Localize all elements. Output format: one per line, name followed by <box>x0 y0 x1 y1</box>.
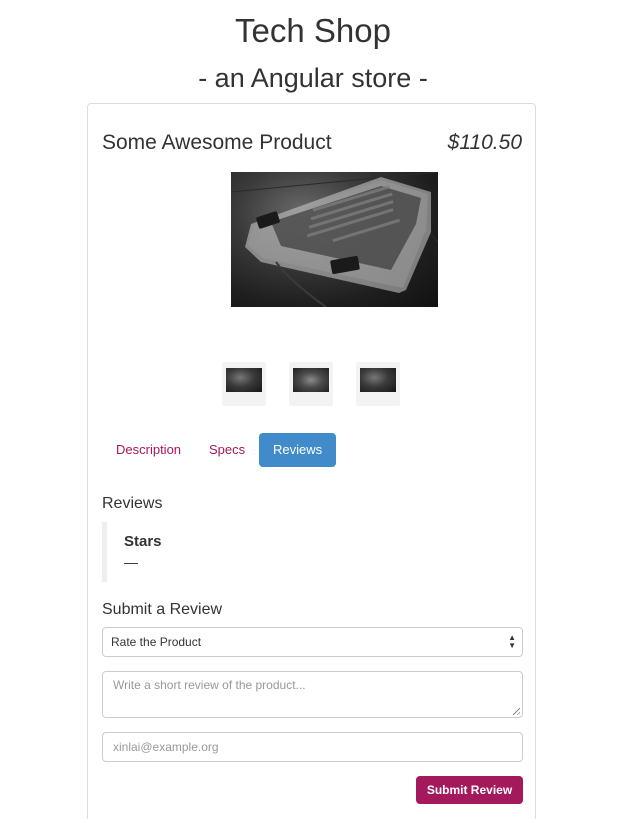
product-price: $110.50 <box>447 131 522 154</box>
review-textarea-placeholder: Write a short review of the product... <box>113 678 306 692</box>
thumbnail-1[interactable] <box>222 362 266 406</box>
thumbnail-2[interactable] <box>289 362 333 406</box>
product-panel: Some Awesome Product $110.50 Description… <box>87 103 536 819</box>
rating-select[interactable]: Rate the Product ▲ ▼ <box>102 627 523 657</box>
thumbnail-3[interactable] <box>356 362 400 406</box>
thumbnail-strip <box>222 362 412 408</box>
rating-select-value: Rate the Product <box>111 635 202 649</box>
site-title: Tech Shop <box>235 12 391 49</box>
page: Tech Shop - an Angular store - Some Awes… <box>0 0 626 819</box>
review-body: — <box>124 554 138 570</box>
tab-specs[interactable]: Specs <box>195 433 259 467</box>
email-input-placeholder: xinlai@example.org <box>113 740 219 754</box>
product-main-image <box>231 172 438 307</box>
product-name: Some Awesome Product <box>102 131 332 154</box>
keyboard-image-graphic <box>231 172 438 307</box>
email-input[interactable]: xinlai@example.org <box>102 732 523 762</box>
review-textarea[interactable]: Write a short review of the product... <box>102 671 523 718</box>
tab-reviews[interactable]: Reviews <box>259 433 337 467</box>
submit-review-button[interactable]: Submit Review <box>416 776 523 804</box>
review-stars: Stars <box>124 533 162 550</box>
site-subtitle: - an Angular store - <box>198 63 428 93</box>
tab-description[interactable]: Description <box>102 433 195 467</box>
resize-grip-icon[interactable] <box>513 708 520 715</box>
review-item: Stars — <box>102 522 502 582</box>
reviews-heading: Reviews <box>102 495 163 512</box>
submit-review-heading: Submit a Review <box>102 601 223 618</box>
select-arrows-icon: ▲ ▼ <box>508 633 516 650</box>
